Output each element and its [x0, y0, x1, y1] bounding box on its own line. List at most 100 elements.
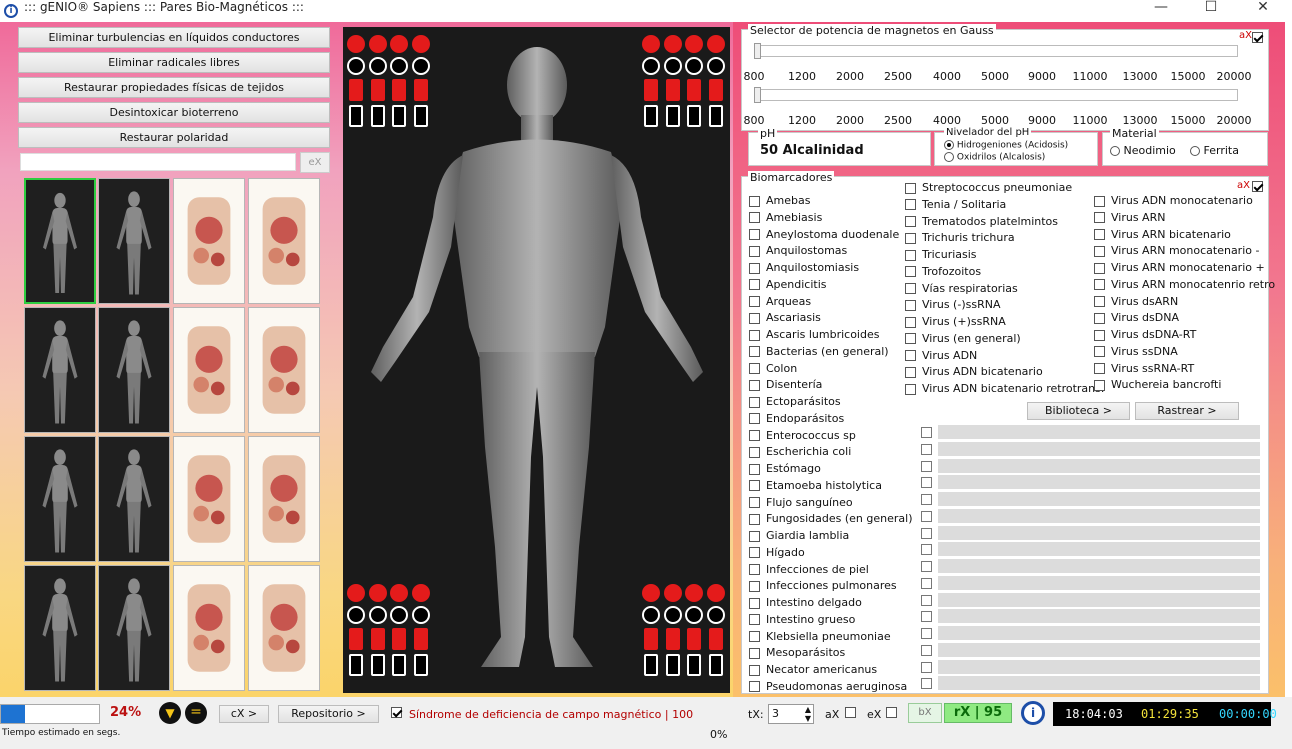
slot-field-7[interactable]	[938, 542, 1260, 557]
biomarker-col1-27[interactable]: Mesoparásitos	[749, 646, 845, 659]
slot-checkbox-3[interactable]	[921, 477, 932, 489]
biomarker-col2-2[interactable]: Trematodos platelmintos	[905, 215, 1058, 228]
down-arrow-icon[interactable]: ▼	[159, 702, 181, 724]
slot-checkbox-10[interactable]	[921, 594, 932, 606]
slot-field-12[interactable]	[938, 626, 1260, 640]
slot-field-5[interactable]	[938, 508, 1260, 523]
slot-field-0[interactable]	[938, 425, 1260, 439]
biomarker-checkbox[interactable]	[749, 513, 760, 525]
slot-field-3[interactable]	[938, 475, 1260, 490]
repositorio-button[interactable]: Repositorio >	[278, 705, 379, 723]
slot-field-6[interactable]	[938, 525, 1260, 540]
biomarker-col1-21[interactable]: Hígado	[749, 546, 805, 559]
biomarker-col1-11[interactable]: Disentería	[749, 378, 822, 391]
biomarker-checkbox[interactable]	[1094, 296, 1105, 307]
biomarker-checkbox[interactable]	[905, 232, 916, 244]
biomarker-col1-13[interactable]: Endoparásitos	[749, 412, 844, 425]
biomarker-checkbox[interactable]	[749, 480, 760, 492]
biomarker-col1-0[interactable]: Amebas	[749, 194, 810, 207]
magnet-top-right-r0-c0[interactable]	[642, 35, 660, 53]
bx-button[interactable]: bX	[908, 703, 942, 723]
biomarker-checkbox[interactable]	[749, 312, 760, 324]
eliminar-radicales-button[interactable]: Eliminar radicales libres	[18, 52, 330, 73]
magnet-top-left-r3-c2[interactable]	[392, 105, 406, 127]
magnet-bottom-left-r2-c0[interactable]	[349, 628, 363, 650]
slot-checkbox-9[interactable]	[921, 577, 932, 589]
magnet-top-right-r3-c0[interactable]	[644, 105, 658, 127]
magnet-top-right-r2-c1[interactable]	[665, 79, 680, 101]
gauss-slider-2[interactable]	[754, 89, 1238, 101]
sindrome-checkbox[interactable]	[391, 707, 402, 718]
slot-checkbox-8[interactable]	[921, 561, 932, 572]
biomarker-col2-3[interactable]: Trichuris trichura	[905, 231, 1015, 244]
magnet-top-right-r2-c0[interactable]	[644, 79, 658, 101]
magnet-bottom-right-r3-c3[interactable]	[708, 654, 723, 676]
magnet-bottom-right-r3-c2[interactable]	[687, 654, 701, 676]
magnet-top-left-r1-c1[interactable]	[368, 57, 387, 75]
magnet-top-left-r3-c3[interactable]	[413, 105, 428, 127]
biomarker-col2-10[interactable]: Virus ADN	[905, 349, 977, 362]
magnet-bottom-left-r2-c2[interactable]	[392, 628, 406, 650]
restaurar-polaridad-button[interactable]: Restaurar polaridad	[18, 127, 330, 148]
biomarker-col1-6[interactable]: Arqueas	[749, 295, 811, 308]
tx-stepper[interactable]: 3 ▲ ▼	[768, 704, 814, 724]
biomarker-checkbox[interactable]	[749, 363, 760, 374]
biomarker-checkbox[interactable]	[905, 350, 916, 361]
biomarker-col1-2[interactable]: Aneylostoma duodenale	[749, 228, 899, 241]
biomarker-col3-11[interactable]: Wuchereia bancrofti	[1094, 378, 1221, 391]
magnet-bottom-right-r2-c1[interactable]	[665, 628, 680, 650]
biomarker-col3-0[interactable]: Virus ADN monocatenario	[1094, 194, 1253, 207]
thumbnail-profile-left[interactable]	[98, 565, 170, 691]
slot-checkbox-2[interactable]	[921, 460, 932, 472]
ax-checkbox[interactable]	[845, 707, 856, 718]
biomarker-checkbox[interactable]	[1094, 262, 1105, 274]
biomarker-checkbox[interactable]	[905, 316, 916, 328]
thumbnail-profile-right[interactable]	[24, 565, 96, 691]
magnet-bottom-left-r2-c1[interactable]	[370, 628, 385, 650]
magnet-top-right-r1-c3[interactable]	[706, 57, 725, 75]
biomarker-col1-23[interactable]: Infecciones pulmonares	[749, 579, 897, 592]
cx-button[interactable]: cX >	[219, 705, 269, 723]
search-input[interactable]	[20, 153, 296, 171]
magnet-bottom-right-r1-c0[interactable]	[642, 606, 660, 624]
magnet-top-right-r1-c2[interactable]	[685, 57, 703, 75]
restaurar-propiedades-button[interactable]: Restaurar propiedades físicas de tejidos	[18, 77, 330, 98]
equals-icon[interactable]: =	[185, 702, 207, 724]
magnet-top-left-r1-c2[interactable]	[390, 57, 408, 75]
biomarker-checkbox[interactable]	[749, 262, 760, 274]
slot-checkbox-11[interactable]	[921, 611, 932, 623]
slot-field-11[interactable]	[938, 609, 1260, 624]
slot-checkbox-1[interactable]	[921, 443, 932, 455]
biomarker-checkbox[interactable]	[749, 614, 760, 626]
magnet-bottom-right-r2-c3[interactable]	[708, 628, 723, 650]
biomarker-col3-5[interactable]: Virus ARN monocatenrio retro	[1094, 278, 1275, 291]
biomarker-checkbox[interactable]	[1094, 346, 1105, 358]
slot-field-1[interactable]	[938, 441, 1260, 456]
biomarker-col1-16[interactable]: Estómago	[749, 462, 821, 475]
biomarker-col2-0[interactable]: Streptococcus pneumoniae	[905, 181, 1072, 194]
biomarker-checkbox[interactable]	[749, 681, 760, 693]
magnet-top-left-r0-c2[interactable]	[390, 35, 408, 53]
biomarker-col3-7[interactable]: Virus dsDNA	[1094, 311, 1179, 324]
gauss-slider-1[interactable]	[754, 45, 1238, 57]
slot-checkbox-5[interactable]	[921, 510, 932, 522]
slot-field-15[interactable]	[938, 676, 1260, 691]
slot-field-10[interactable]	[938, 592, 1260, 607]
magnet-top-right-r0-c2[interactable]	[685, 35, 703, 53]
stepper-arrows-icon[interactable]: ▲ ▼	[805, 705, 811, 723]
radio-hidrogeniones[interactable]	[944, 140, 954, 150]
biomarker-col1-25[interactable]: Intestino grueso	[749, 613, 855, 626]
magnet-top-left-r2-c3[interactable]	[413, 79, 428, 101]
biomarker-checkbox[interactable]	[905, 283, 916, 294]
slot-checkbox-14[interactable]	[921, 661, 932, 673]
biomarker-checkbox[interactable]	[1094, 245, 1105, 257]
nivelador-option-0[interactable]: Hidrogeniones (Acidosis)	[944, 140, 1068, 151]
slot-checkbox-4[interactable]	[921, 494, 932, 505]
biomarker-checkbox[interactable]	[749, 212, 760, 224]
biomarker-checkbox[interactable]	[905, 249, 916, 261]
biomarker-checkbox[interactable]	[749, 497, 760, 508]
magnet-top-right-r0-c1[interactable]	[663, 35, 682, 53]
biomarker-checkbox[interactable]	[749, 329, 760, 341]
biomarker-col3-6[interactable]: Virus dsARN	[1094, 295, 1178, 308]
magnet-bottom-left-r1-c3[interactable]	[411, 606, 430, 624]
